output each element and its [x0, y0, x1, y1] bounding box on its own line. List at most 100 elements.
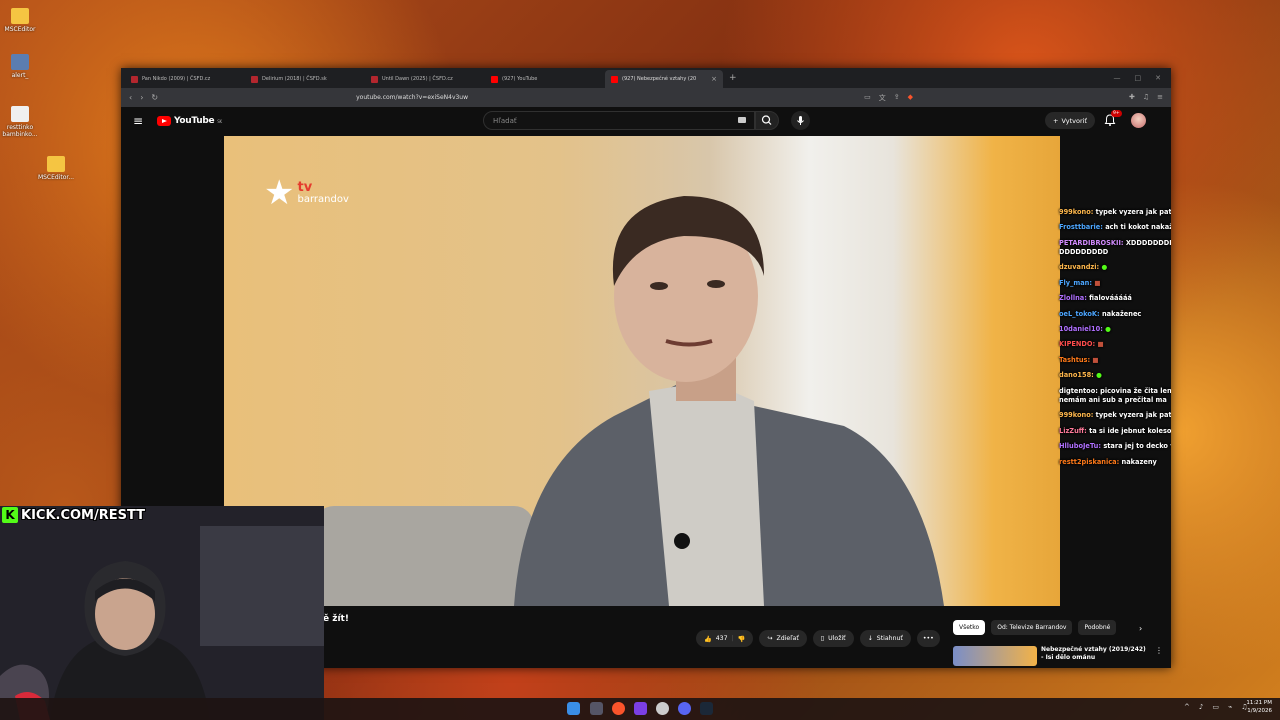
chat-username: Zlollna:: [1059, 294, 1087, 303]
desktop-icon-zip[interactable]: MSCEditor...: [36, 156, 76, 181]
recommended-video[interactable]: Nebezpečné vztahy (2019/242) - Isi dělo …: [953, 646, 1163, 666]
chat-text: ach ti kokot nakažení: [1105, 223, 1171, 232]
address-bar-actions: ▭ 文 ⇪ ◆ ✚ ♫ ≡: [864, 93, 1163, 103]
chat-username: digtentoo:: [1059, 386, 1098, 395]
account-avatar[interactable]: [1131, 113, 1146, 128]
tab-label: (927) Nebezpečné vztahy (20: [622, 76, 697, 82]
voice-search-button[interactable]: [791, 111, 810, 130]
kebab-menu-icon[interactable]: ⋮: [1155, 646, 1163, 666]
microphone-icon: [797, 116, 804, 125]
mic-tray-icon[interactable]: ♪: [1199, 703, 1203, 711]
url-field[interactable]: youtube.com/watch?v=exiSeN4v3uw: [356, 94, 468, 101]
chat-message: Zlollna: fialovááááá: [1059, 294, 1171, 303]
minimize-icon[interactable]: —: [1114, 74, 1121, 82]
recommended-title[interactable]: Nebezpečné vztahy (2019/242) - Isi dělo …: [1041, 646, 1151, 666]
plus-icon: +: [1053, 116, 1059, 125]
chat-username: dzuvandzi:: [1059, 263, 1100, 272]
bookmark-icon: ▯: [820, 635, 825, 642]
search-input[interactable]: Hľadať: [483, 111, 755, 130]
pip-icon[interactable]: ▭: [864, 93, 871, 103]
search-button[interactable]: [755, 111, 779, 130]
file-icon: [11, 106, 29, 122]
notification-badge: 9+: [1111, 110, 1122, 117]
more-dots-icon: •••: [922, 635, 934, 642]
streamer-figure: [0, 506, 324, 720]
hamburger-menu-icon[interactable]: ≡: [133, 114, 147, 128]
chevron-up-icon[interactable]: ^: [1184, 703, 1190, 711]
chat-username: dano158:: [1059, 371, 1094, 380]
chat-text: fialovááááá: [1089, 294, 1132, 303]
browser-tab[interactable]: Until Dawn (2025) | ČSFD.cz: [365, 70, 485, 88]
reload-icon[interactable]: ↻: [151, 93, 158, 102]
display-icon[interactable]: ▭: [1212, 703, 1219, 711]
watermark-brand: barrandov: [297, 194, 349, 205]
back-icon[interactable]: ‹: [129, 93, 132, 102]
youtube-logo[interactable]: YouTube SK: [157, 116, 222, 126]
chat-username: LizZuff:: [1059, 426, 1087, 435]
maximize-icon[interactable]: □: [1135, 74, 1142, 82]
logo-text: YouTube: [174, 116, 215, 126]
brave-icon[interactable]: [612, 702, 625, 715]
browser-tab[interactable]: Pan Nikdo (2009) | ČSFD.cz: [125, 70, 245, 88]
chat-username: Tashtus:: [1059, 355, 1091, 364]
menu-icon[interactable]: ≡: [1157, 93, 1163, 103]
create-button[interactable]: + Vytvoriť: [1045, 112, 1095, 129]
chat-message: digtentoo: picovina že čita len ženske n…: [1059, 387, 1171, 405]
close-tab-icon[interactable]: ×: [711, 75, 717, 83]
browser-tab[interactable]: Delirium (2018) | ČSFD.sk: [245, 70, 365, 88]
share-icon[interactable]: ⇪: [894, 93, 900, 103]
desktop-icon-alert[interactable]: alert_: [0, 54, 40, 79]
media-icon[interactable]: ♫: [1143, 93, 1149, 103]
translate-icon[interactable]: 文: [879, 93, 886, 103]
csfd-favicon-icon: [251, 75, 258, 83]
clock[interactable]: 11:21 PM 1/9/2026: [1246, 700, 1272, 715]
chat-username: KIPENDO:: [1059, 340, 1096, 349]
video-player[interactable]: ★ tv barrandov: [224, 136, 1060, 606]
chip-from-channel[interactable]: Od: Televize Barrandov: [991, 620, 1073, 635]
twitch-icon[interactable]: [634, 702, 647, 715]
watermark-tv: tv: [297, 180, 313, 195]
chat-username: 999kono:: [1059, 411, 1094, 420]
chat-username: Frosttbarie:: [1059, 223, 1103, 232]
emote-icon: ●: [1096, 371, 1102, 380]
browser-tab-active[interactable]: (927) Nebezpečné vztahy (20 ×: [605, 70, 723, 88]
more-actions-button[interactable]: •••: [916, 630, 940, 647]
like-count: 437: [715, 635, 728, 642]
network-icon[interactable]: ⌁: [1228, 703, 1232, 711]
share-button[interactable]: ↪ Zdieľať: [759, 630, 807, 647]
emote-icon: ■: [1094, 278, 1101, 287]
thumbs-up-icon: 👍: [704, 635, 712, 643]
recommended-thumbnail[interactable]: [953, 646, 1037, 666]
close-window-icon[interactable]: ✕: [1155, 74, 1161, 82]
save-button[interactable]: ▯ Uložiť: [812, 630, 854, 647]
desktop-icon-folder[interactable]: MSCEditor: [0, 8, 40, 33]
download-button[interactable]: ↓ Stiahnuť: [859, 630, 911, 647]
taskview-icon[interactable]: [590, 702, 603, 715]
chip-all[interactable]: Všetko: [953, 620, 986, 635]
chip-related[interactable]: Podobné: [1078, 620, 1117, 635]
window-controls: — □ ✕: [1114, 74, 1172, 82]
video-title: ě žít!: [323, 614, 349, 624]
system-tray: ^ ♪ ▭ ⌁ ♫: [1184, 703, 1247, 711]
chevron-right-icon[interactable]: ›: [1139, 624, 1142, 633]
search-icon: [761, 115, 772, 125]
discord-icon[interactable]: [678, 702, 691, 715]
brave-shield-icon[interactable]: ◆: [908, 93, 913, 103]
csfd-favicon-icon: [131, 75, 138, 83]
keyboard-icon[interactable]: [738, 117, 746, 123]
forward-icon[interactable]: ›: [140, 93, 143, 102]
emote-icon: ■: [1092, 355, 1099, 364]
browser-tab[interactable]: (927) YouTube: [485, 70, 605, 88]
chat-username: 10daniel10:: [1059, 325, 1103, 334]
chat-message: Frosttbarie: ach ti kokot nakažení: [1059, 223, 1171, 232]
like-button[interactable]: 👍 437 | 👎: [696, 630, 754, 647]
new-tab-icon[interactable]: +: [729, 73, 737, 83]
obs-icon[interactable]: [656, 702, 669, 715]
start-icon[interactable]: [567, 702, 580, 715]
chat-text: ta si ide jebnut koleso rovno: [1089, 426, 1171, 435]
address-bar: ‹ › ↻ youtube.com/watch?v=exiSeN4v3uw ▭ …: [121, 88, 1171, 107]
desktop-icon-file[interactable]: resttinko bambinko...: [0, 106, 40, 138]
steam-icon[interactable]: [700, 702, 713, 715]
thumbs-down-icon[interactable]: 👎: [738, 635, 746, 643]
extensions-icon[interactable]: ✚: [1129, 93, 1135, 103]
